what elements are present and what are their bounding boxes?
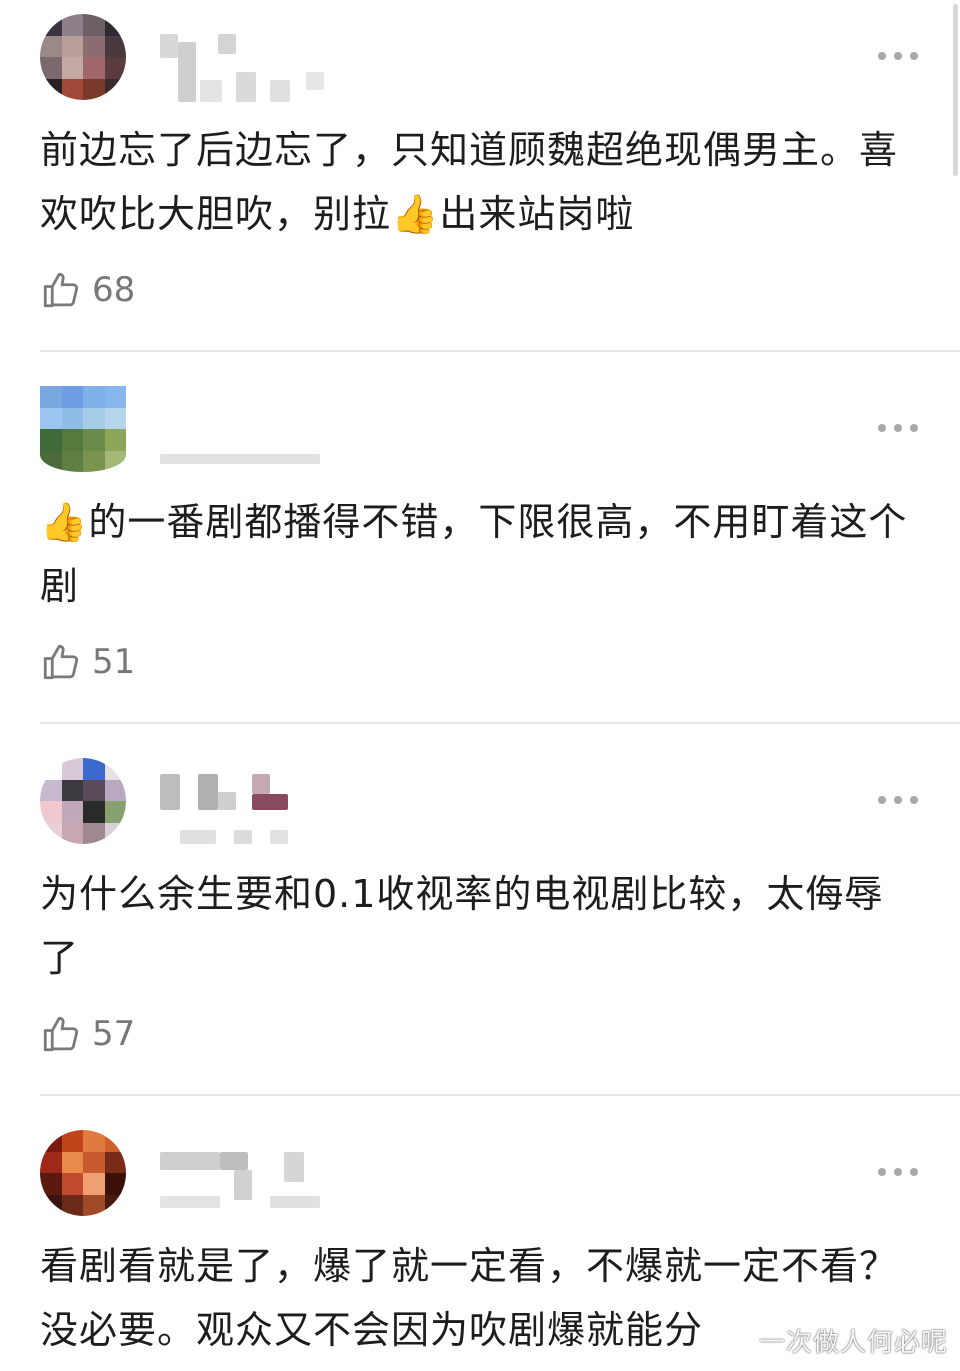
avatar-pixel	[104, 14, 126, 36]
avatar-pixel	[83, 78, 105, 100]
more-options-button[interactable]	[878, 423, 918, 433]
avatar-pixel	[104, 407, 126, 429]
avatar-pixel	[83, 822, 105, 844]
comment-text: 👍的一番剧都播得不错，下限很高，不用盯着这个剧	[40, 500, 908, 608]
avatar-pixel	[104, 1130, 126, 1152]
avatar-pixel	[61, 1173, 83, 1195]
avatar-pixel	[40, 758, 62, 780]
avatar-pixel	[40, 57, 62, 79]
avatar-pixel	[40, 1151, 62, 1173]
avatar-pixel	[40, 78, 62, 100]
username-blurred[interactable]	[160, 20, 360, 106]
divider	[40, 1094, 960, 1096]
avatar-pixel	[61, 779, 83, 801]
avatar[interactable]	[40, 14, 126, 100]
avatar-pixel	[40, 779, 62, 801]
avatar-pixel	[104, 1151, 126, 1173]
comment-text: 为什么余生要和0.1收视率的电视剧比较，太侮辱了	[40, 872, 884, 980]
avatar-pixel	[61, 57, 83, 79]
more-options-button[interactable]	[878, 1167, 918, 1177]
avatar-pixel	[104, 822, 126, 844]
avatar-pixel	[61, 78, 83, 100]
avatar-pixel	[61, 450, 83, 472]
divider	[40, 722, 960, 724]
avatar-pixel	[61, 822, 83, 844]
avatar-pixel	[83, 1194, 105, 1216]
avatar-pixel	[40, 14, 62, 36]
avatar-pixel	[40, 1194, 62, 1216]
avatar-pixel	[40, 1173, 62, 1195]
avatar-pixel	[83, 386, 105, 408]
like-button[interactable]: 68	[40, 268, 135, 312]
avatar-pixel	[83, 779, 105, 801]
avatar-pixel	[104, 78, 126, 100]
avatar-pixel	[40, 801, 62, 823]
avatar-pixel	[40, 1130, 62, 1152]
avatar-pixel	[61, 35, 83, 57]
avatar-pixel	[104, 57, 126, 79]
avatar-pixel	[104, 1173, 126, 1195]
avatar-pixel	[104, 35, 126, 57]
avatar-pixel	[104, 1194, 126, 1216]
avatar-pixel	[40, 386, 62, 408]
avatar-pixel	[61, 407, 83, 429]
avatar-pixel	[104, 758, 126, 780]
comment-text: 前边忘了后边忘了，只知道顾魏超绝现偶男主。喜欢吹比大胆吹，别拉👍出来站岗啦	[40, 128, 899, 236]
avatar-pixel	[104, 450, 126, 472]
avatar-pixel	[61, 1130, 83, 1152]
avatar-pixel	[83, 35, 105, 57]
like-count: 51	[92, 642, 136, 682]
avatar[interactable]	[40, 386, 126, 472]
username-blurred[interactable]	[160, 1136, 360, 1222]
avatar-pixel	[83, 407, 105, 429]
avatar-pixel	[40, 822, 62, 844]
avatar-pixel	[83, 801, 105, 823]
avatar-pixel	[104, 386, 126, 408]
avatar-pixel	[83, 14, 105, 36]
thumbs-up-icon	[43, 1016, 79, 1052]
avatar-pixel	[40, 450, 62, 472]
like-count: 57	[92, 1014, 136, 1054]
avatar-pixel	[61, 758, 83, 780]
thumbs-up-icon	[43, 644, 79, 680]
avatar-pixel	[40, 429, 62, 451]
avatar-pixel	[61, 1194, 83, 1216]
avatar-pixel	[61, 1151, 83, 1173]
more-options-button[interactable]	[878, 51, 918, 61]
comment-item: 为什么余生要和0.1收视率的电视剧比较，太侮辱了 57	[0, 744, 960, 1096]
avatar-pixel	[83, 1151, 105, 1173]
like-count: 68	[92, 270, 136, 310]
avatar-pixel	[83, 1130, 105, 1152]
watermark: 一次做人何必呢	[758, 1328, 948, 1358]
username-blurred[interactable]	[160, 392, 360, 478]
avatar[interactable]	[40, 1130, 126, 1216]
like-button[interactable]: 57	[40, 1012, 135, 1056]
comment-item: 👍的一番剧都播得不错，下限很高，不用盯着这个剧 51	[0, 372, 960, 724]
avatar-pixel	[104, 429, 126, 451]
thumbs-up-icon	[43, 272, 79, 308]
more-options-button[interactable]	[878, 795, 918, 805]
avatar-pixel	[83, 450, 105, 472]
avatar[interactable]	[40, 758, 126, 844]
avatar-pixel	[61, 429, 83, 451]
more-dots-icon	[878, 424, 886, 432]
avatar-pixel	[40, 407, 62, 429]
avatar-pixel	[83, 758, 105, 780]
more-dots-icon	[878, 796, 886, 804]
avatar-pixel	[104, 779, 126, 801]
avatar-pixel	[83, 1173, 105, 1195]
avatar-pixel	[61, 386, 83, 408]
username-blurred[interactable]	[160, 764, 360, 850]
avatar-pixel	[83, 429, 105, 451]
divider	[40, 350, 960, 352]
avatar-pixel	[61, 801, 83, 823]
avatar-pixel	[104, 801, 126, 823]
comment-item: 前边忘了后边忘了，只知道顾魏超绝现偶男主。喜欢吹比大胆吹，别拉👍出来站岗啦 68	[0, 0, 960, 352]
avatar-pixel	[40, 35, 62, 57]
more-dots-icon	[878, 1168, 886, 1176]
more-dots-icon	[878, 52, 886, 60]
avatar-pixel	[83, 57, 105, 79]
avatar-pixel	[61, 14, 83, 36]
like-button[interactable]: 51	[40, 640, 135, 684]
